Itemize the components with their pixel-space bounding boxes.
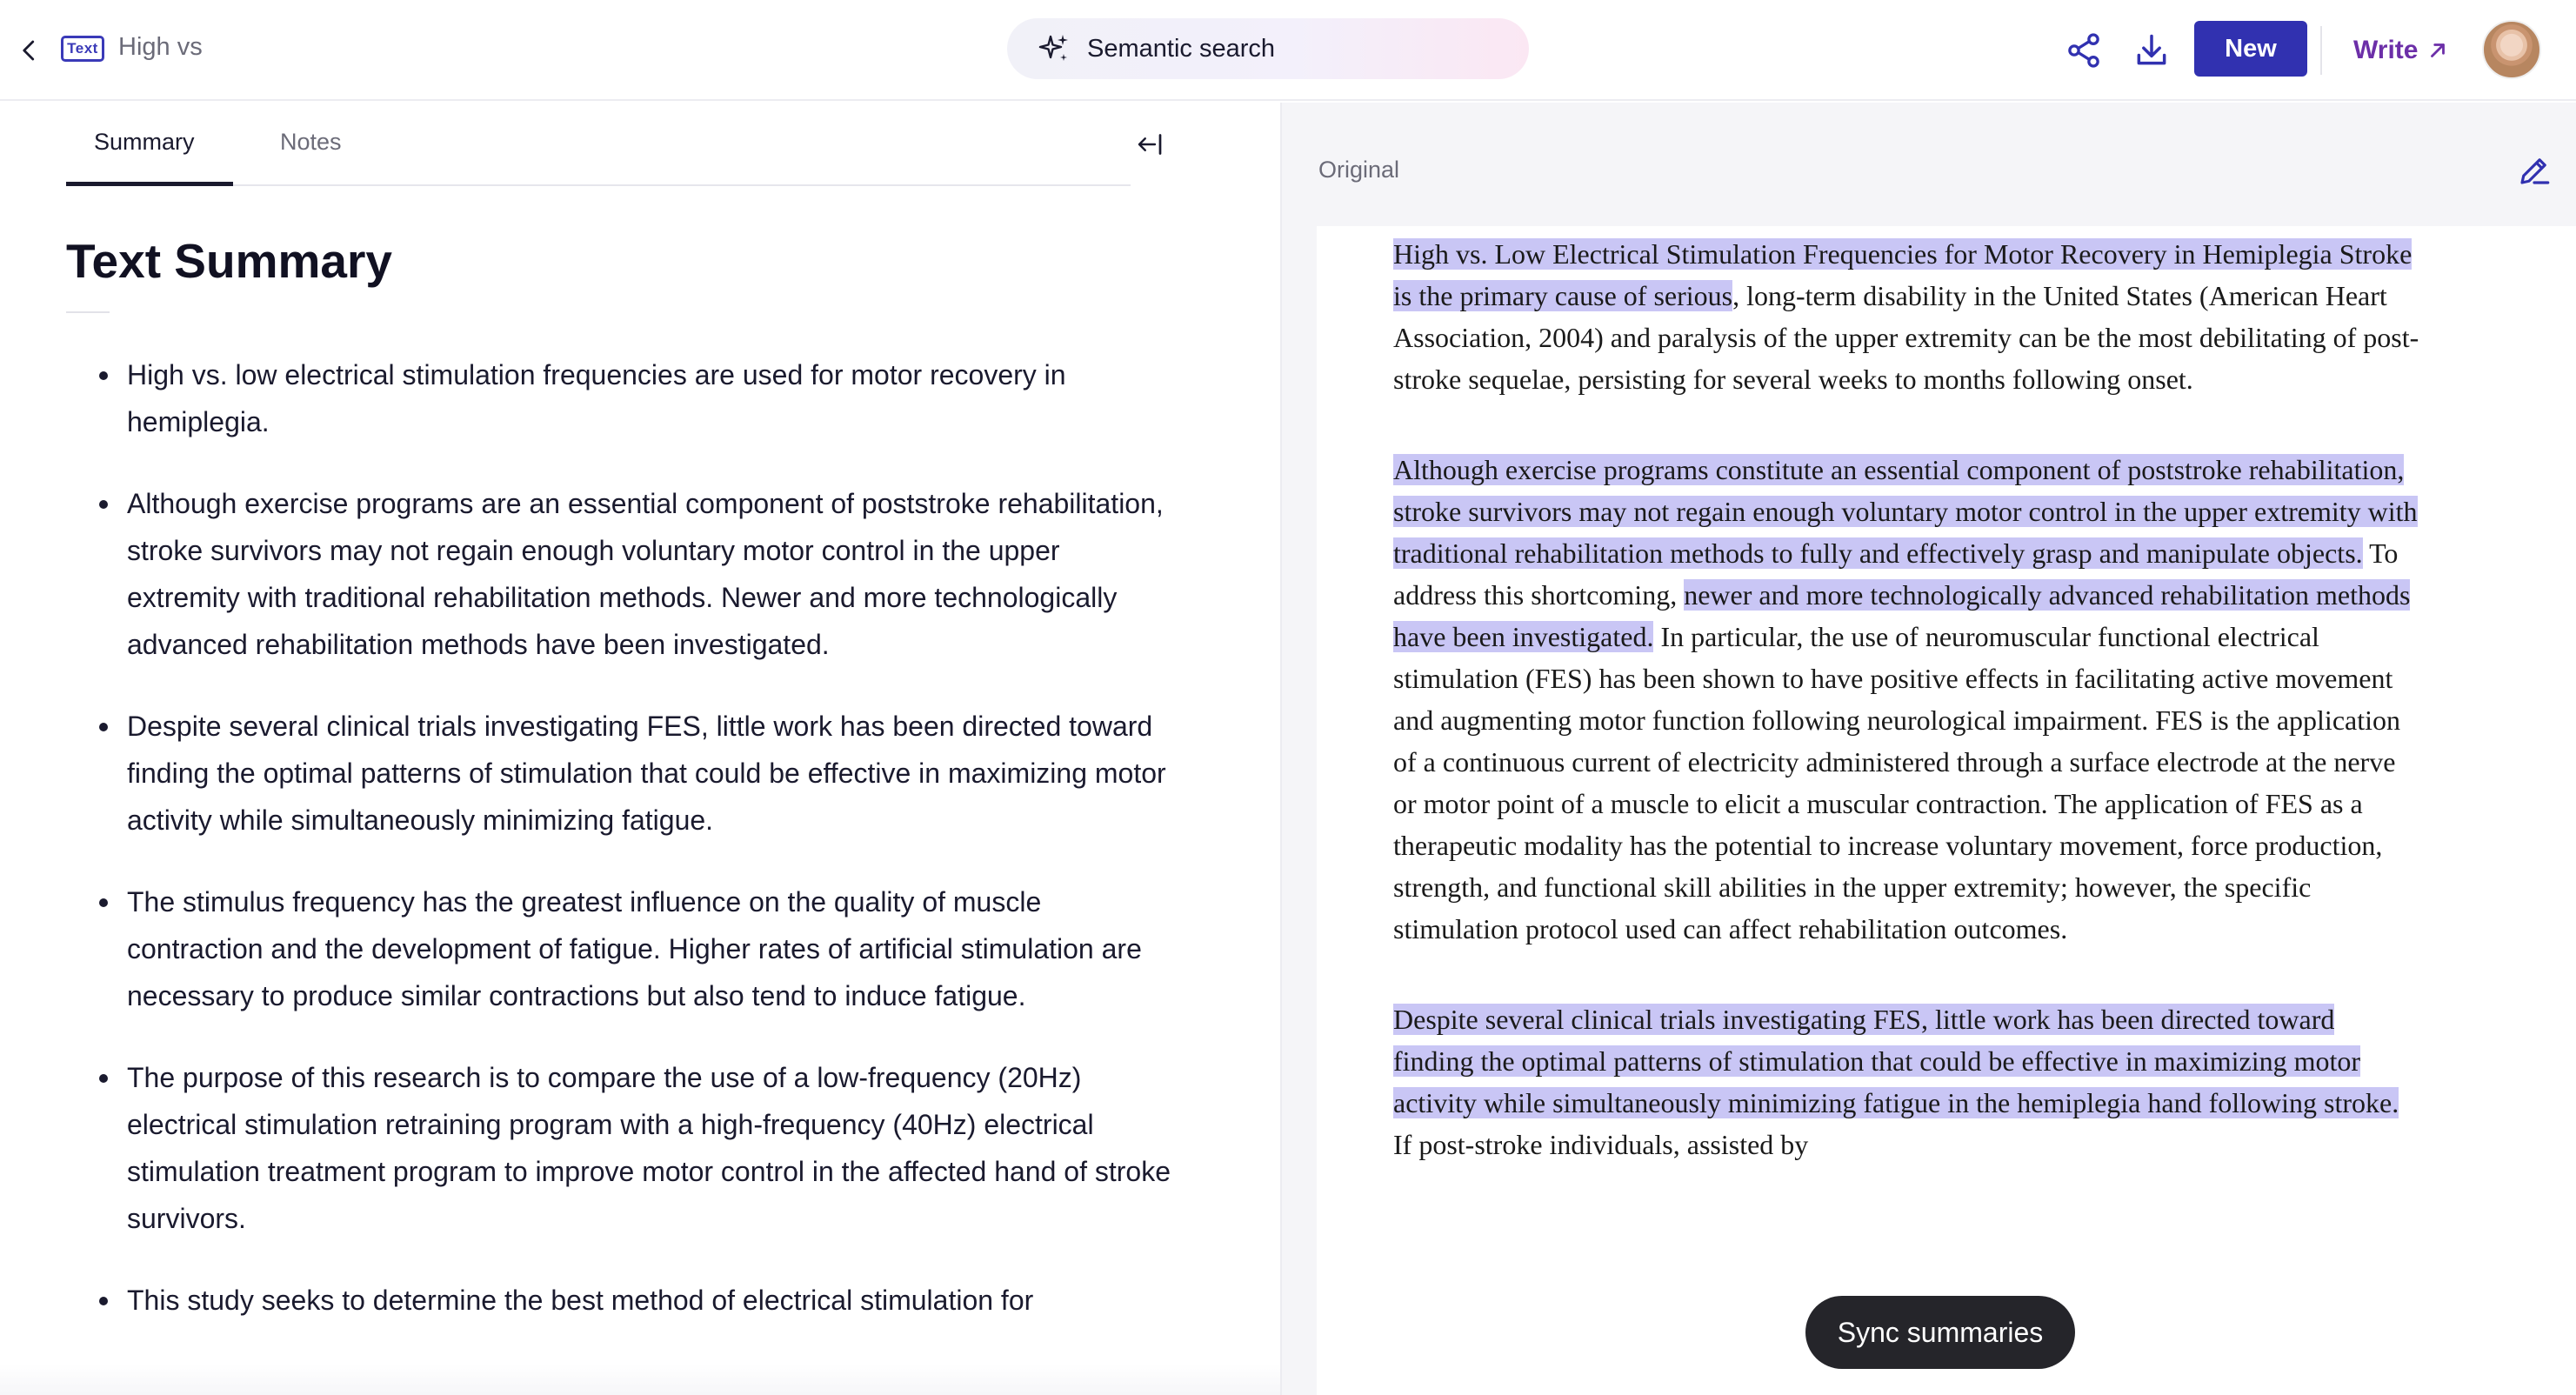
tab-summary[interactable]: Summary	[94, 129, 195, 156]
summary-bullet: This study seeks to determine the best m…	[96, 1277, 1174, 1324]
summary-bullet: The stimulus frequency has the greatest …	[96, 878, 1174, 1019]
text-document-icon: Text	[61, 36, 104, 62]
sparkle-icon	[1038, 35, 1068, 61]
original-label: Original	[1318, 157, 1400, 183]
sync-summaries-button[interactable]: Sync summaries	[1805, 1296, 2075, 1369]
highlighted-sentence[interactable]: Despite several clinical trials investig…	[1393, 1004, 2399, 1118]
original-panel: Original High vs. Low Electrical Stimula…	[1282, 103, 2576, 1395]
chevron-left-icon	[23, 40, 35, 61]
header-divider	[2320, 26, 2322, 75]
original-paragraph: Although exercise programs constitute an…	[1393, 449, 2419, 950]
active-tab-indicator	[66, 182, 233, 186]
write-label: Write	[2353, 36, 2419, 64]
document-title: High vs	[118, 33, 203, 61]
edit-highlight-button[interactable]	[2513, 150, 2555, 191]
summary-panel: Summary Notes Text Summary High vs. low …	[0, 103, 1282, 1395]
tab-notes[interactable]: Notes	[280, 129, 342, 156]
top-bar: Text High vs Semantic search New Write	[0, 0, 2576, 101]
original-sentence: In particular, the use of neuromuscular …	[1393, 621, 2400, 944]
collapse-panel-button[interactable]	[1131, 125, 1169, 164]
share-button[interactable]	[2059, 26, 2108, 75]
arrow-up-right-icon	[2431, 43, 2446, 57]
download-icon	[2137, 34, 2166, 65]
share-icon	[2068, 33, 2099, 68]
scroll-fade	[0, 1364, 1282, 1395]
write-button[interactable]: Write	[2353, 26, 2449, 75]
summary-bullet: Despite several clinical trials investig…	[96, 703, 1174, 844]
summary-bullet-list: High vs. low electrical stimulation freq…	[96, 351, 1174, 1358]
user-avatar[interactable]	[2482, 20, 2541, 79]
highlighted-sentence[interactable]: Although exercise programs constitute an…	[1393, 454, 2418, 569]
summary-bullet: High vs. low electrical stimulation freq…	[96, 351, 1174, 445]
new-button[interactable]: New	[2194, 21, 2307, 77]
original-text: High vs. Low Electrical Stimulation Freq…	[1393, 233, 2419, 1214]
original-paragraph: Despite several clinical trials investig…	[1393, 998, 2419, 1165]
original-sentence: If post-stroke individuals, assisted by	[1393, 1129, 1809, 1160]
title-divider	[66, 311, 110, 313]
download-button[interactable]	[2127, 26, 2176, 75]
collapse-left-icon	[1138, 134, 1162, 155]
summary-title: Text Summary	[66, 234, 392, 288]
semantic-search-label: Semantic search	[1087, 34, 1275, 63]
original-paragraph: High vs. Low Electrical Stimulation Freq…	[1393, 233, 2419, 400]
semantic-search-button[interactable]: Semantic search	[1007, 18, 1529, 79]
summary-bullet: The purpose of this research is to compa…	[96, 1054, 1174, 1242]
pen-edit-icon	[2520, 158, 2550, 184]
summary-tabs: Summary Notes	[66, 103, 1131, 186]
summary-bullet: Although exercise programs are an essent…	[96, 480, 1174, 668]
back-button[interactable]	[9, 30, 50, 71]
